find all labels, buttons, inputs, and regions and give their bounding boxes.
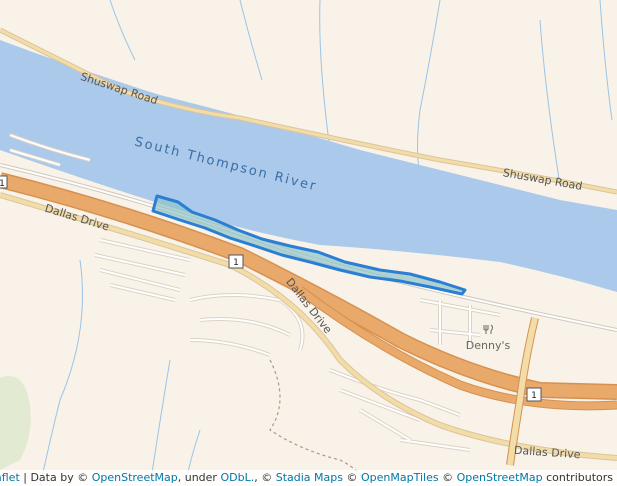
map-view[interactable]: South Thompson River Shuswap Road Shuswa… <box>0 0 617 486</box>
map-attribution: Leaflet | Data by © OpenStreetMap, under… <box>0 470 617 486</box>
svg-text:1: 1 <box>0 179 5 189</box>
attribution-text: | Data by © <box>19 471 92 484</box>
highway-shield-1: 1 <box>0 175 8 189</box>
openmaptiles-link[interactable]: OpenMapTiles <box>361 471 439 484</box>
osm-contrib-link[interactable]: OpenStreetMap <box>457 471 543 484</box>
highway-shield-2: 1 <box>228 254 244 269</box>
odbl-link[interactable]: ODbL. <box>220 471 254 484</box>
osm-link[interactable]: OpenStreetMap <box>92 471 178 484</box>
leaflet-link[interactable]: Leaflet <box>0 471 20 484</box>
stadia-link[interactable]: Stadia Maps <box>276 471 343 484</box>
attribution-text: contributors <box>542 471 613 484</box>
highway-shield-3: 1 <box>526 387 542 402</box>
attribution-text: © <box>438 471 457 484</box>
attribution-text: , © <box>254 471 276 484</box>
map-canvas[interactable]: South Thompson River Shuswap Road Shuswa… <box>0 0 617 486</box>
svg-text:1: 1 <box>531 391 537 401</box>
attribution-text: , under <box>177 471 221 484</box>
svg-text:1: 1 <box>233 258 239 268</box>
attribution-text: © <box>342 471 361 484</box>
poi-label[interactable]: Denny's <box>466 339 511 352</box>
